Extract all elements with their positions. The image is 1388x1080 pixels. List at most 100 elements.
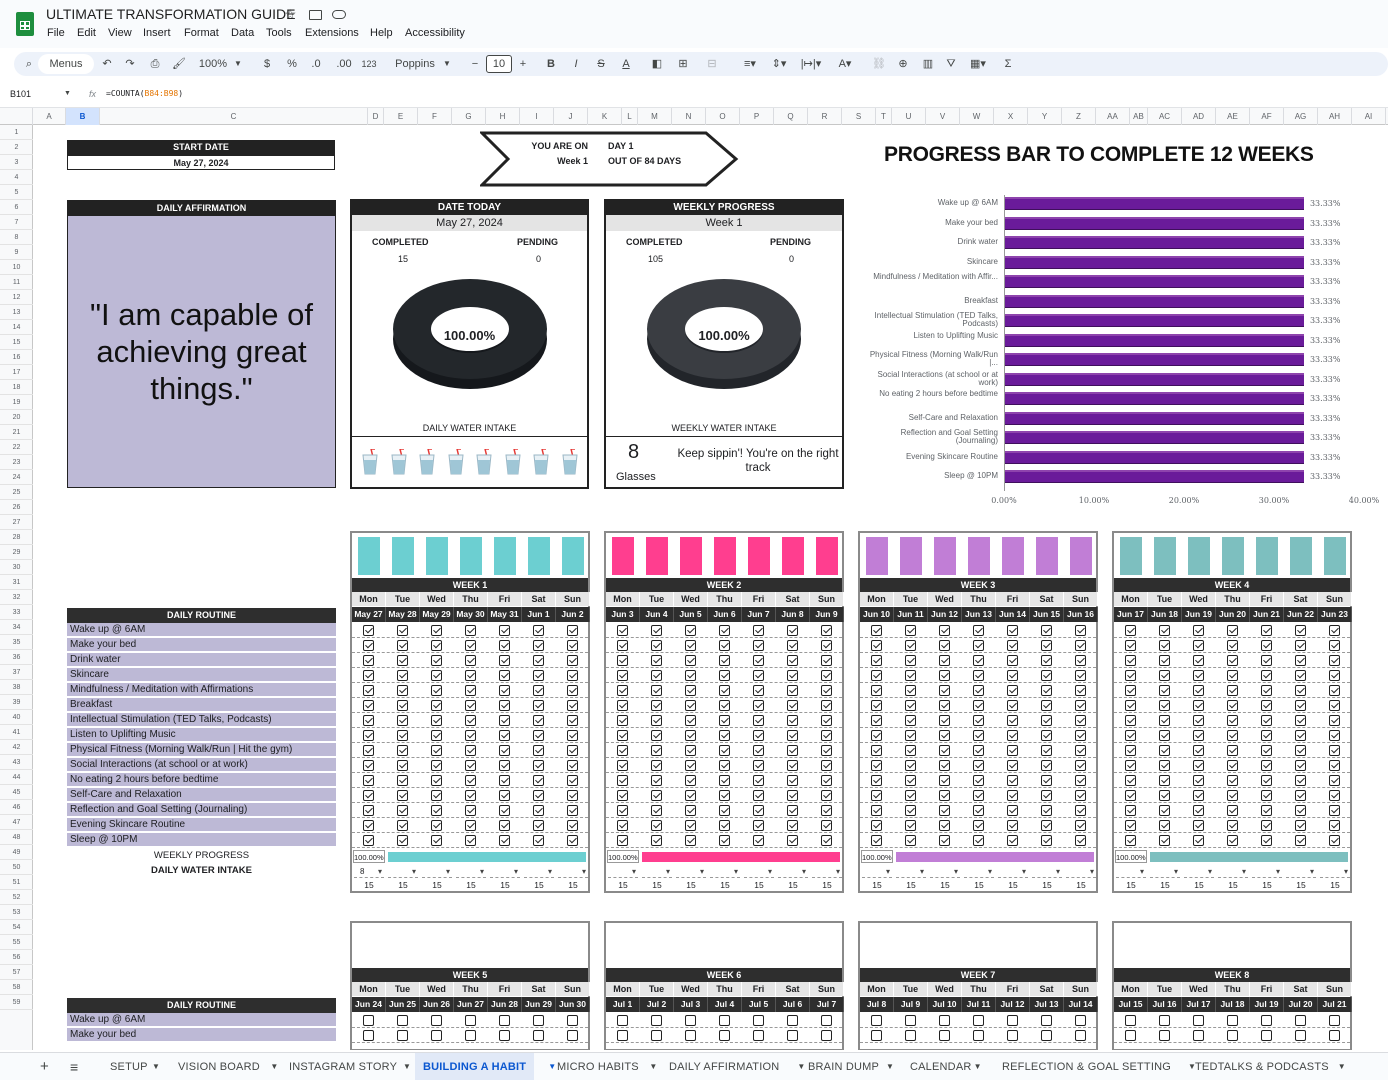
habit-checkbox[interactable]: [787, 820, 798, 831]
habit-checkbox[interactable]: [499, 820, 510, 831]
water-dropdown[interactable]: ▾: [1218, 865, 1248, 878]
habit-checkbox[interactable]: [1193, 835, 1204, 846]
habit-checkbox[interactable]: [1227, 835, 1238, 846]
habit-checkbox[interactable]: [973, 775, 984, 786]
column-header-H[interactable]: H: [486, 108, 520, 125]
column-header-B[interactable]: B: [66, 108, 100, 125]
habit-checkbox[interactable]: [617, 640, 628, 651]
habit-checkbox[interactable]: [363, 730, 374, 741]
row-header-59[interactable]: 59: [0, 995, 33, 1010]
row-header-52[interactable]: 52: [0, 890, 33, 905]
habit-checkbox[interactable]: [465, 715, 476, 726]
habit-checkbox[interactable]: [1075, 820, 1086, 831]
habit-checkbox[interactable]: [1075, 1030, 1086, 1041]
habit-checkbox[interactable]: [685, 700, 696, 711]
habit-checkbox[interactable]: [821, 685, 832, 696]
column-header-W[interactable]: W: [960, 108, 994, 125]
habit-checkbox[interactable]: [431, 640, 442, 651]
row-header-4[interactable]: 4: [0, 170, 33, 185]
habit-checkbox[interactable]: [1329, 730, 1340, 741]
menu-file[interactable]: File: [47, 27, 65, 39]
habit-checkbox[interactable]: [719, 700, 730, 711]
column-header-AE[interactable]: AE: [1216, 108, 1250, 125]
habit-checkbox[interactable]: [1007, 1015, 1018, 1026]
water-dropdown[interactable]: ▾: [1032, 865, 1062, 878]
row-header-42[interactable]: 42: [0, 740, 33, 755]
habit-checkbox[interactable]: [533, 670, 544, 681]
water-dropdown[interactable]: ▾: [642, 865, 672, 878]
habit-checkbox[interactable]: [1329, 1015, 1340, 1026]
habit-checkbox[interactable]: [753, 790, 764, 801]
star-icon[interactable]: ☆: [284, 6, 297, 23]
habit-checkbox[interactable]: [567, 655, 578, 666]
habit-checkbox[interactable]: [397, 640, 408, 651]
habit-checkbox[interactable]: [1193, 760, 1204, 771]
habit-checkbox[interactable]: [871, 700, 882, 711]
water-dropdown[interactable]: ▾: [490, 865, 520, 878]
habit-checkbox[interactable]: [567, 730, 578, 741]
column-header-O[interactable]: O: [706, 108, 740, 125]
habit-checkbox[interactable]: [1295, 625, 1306, 636]
habit-checkbox[interactable]: [1125, 805, 1136, 816]
habit-checkbox[interactable]: [821, 715, 832, 726]
habit-checkbox[interactable]: [1227, 730, 1238, 741]
habit-checkbox[interactable]: [787, 1015, 798, 1026]
habit-checkbox[interactable]: [651, 625, 662, 636]
habit-checkbox[interactable]: [1261, 775, 1272, 786]
habit-checkbox[interactable]: [1075, 835, 1086, 846]
habit-checkbox[interactable]: [1125, 700, 1136, 711]
habit-checkbox[interactable]: [753, 715, 764, 726]
habit-checkbox[interactable]: [431, 730, 442, 741]
water-dropdown[interactable]: ▾: [388, 865, 418, 878]
habit-checkbox[interactable]: [651, 730, 662, 741]
habit-checkbox[interactable]: [719, 745, 730, 756]
column-header-D[interactable]: D: [368, 108, 384, 125]
habit-checkbox[interactable]: [617, 760, 628, 771]
habit-checkbox[interactable]: [753, 760, 764, 771]
row-header-46[interactable]: 46: [0, 800, 33, 815]
habit-checkbox[interactable]: [499, 670, 510, 681]
habit-checkbox[interactable]: [939, 745, 950, 756]
water-dropdown[interactable]: ▾: [930, 865, 960, 878]
habit-checkbox[interactable]: [973, 745, 984, 756]
habit-checkbox[interactable]: [431, 835, 442, 846]
habit-checkbox[interactable]: [821, 820, 832, 831]
habit-checkbox[interactable]: [973, 730, 984, 741]
column-header-P[interactable]: P: [740, 108, 774, 125]
habit-checkbox[interactable]: [567, 700, 578, 711]
habit-checkbox[interactable]: [363, 745, 374, 756]
habit-checkbox[interactable]: [533, 715, 544, 726]
habit-checkbox[interactable]: [787, 700, 798, 711]
habit-checkbox[interactable]: [719, 835, 730, 846]
habit-checkbox[interactable]: [1329, 685, 1340, 696]
column-header-L[interactable]: L: [622, 108, 638, 125]
row-header-57[interactable]: 57: [0, 965, 33, 980]
habit-checkbox[interactable]: [787, 685, 798, 696]
functions-icon[interactable]: Σ: [1001, 52, 1015, 76]
habit-checkbox[interactable]: [617, 700, 628, 711]
row-header-29[interactable]: 29: [0, 545, 33, 560]
habit-checkbox[interactable]: [1041, 730, 1052, 741]
habit-checkbox[interactable]: [1159, 715, 1170, 726]
decrease-font-icon[interactable]: −: [469, 52, 481, 76]
column-header-AD[interactable]: AD: [1182, 108, 1216, 125]
habit-checkbox[interactable]: [1007, 685, 1018, 696]
habit-checkbox[interactable]: [787, 640, 798, 651]
bold-button[interactable]: B: [545, 52, 557, 76]
row-header-12[interactable]: 12: [0, 290, 33, 305]
italic-button[interactable]: I: [570, 52, 582, 76]
habit-checkbox[interactable]: [567, 760, 578, 771]
habit-checkbox[interactable]: [1125, 640, 1136, 651]
column-header-AH[interactable]: AH: [1318, 108, 1352, 125]
habit-checkbox[interactable]: [719, 1015, 730, 1026]
habit-checkbox[interactable]: [1041, 715, 1052, 726]
tab-dropdown-icon[interactable]: ▼: [152, 1053, 160, 1080]
habit-checkbox[interactable]: [871, 640, 882, 651]
habit-checkbox[interactable]: [821, 655, 832, 666]
habit-checkbox[interactable]: [905, 655, 916, 666]
habit-checkbox[interactable]: [567, 1015, 578, 1026]
habit-checkbox[interactable]: [651, 655, 662, 666]
row-header-31[interactable]: 31: [0, 575, 33, 590]
habit-checkbox[interactable]: [753, 640, 764, 651]
habit-checkbox[interactable]: [871, 715, 882, 726]
